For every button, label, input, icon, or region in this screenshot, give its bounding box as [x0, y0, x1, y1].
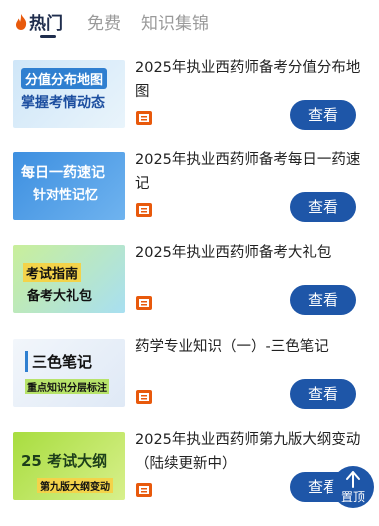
tab-free[interactable]: 免费	[87, 9, 121, 34]
view-button[interactable]: 查看	[290, 285, 356, 315]
view-button[interactable]: 查看	[290, 100, 356, 130]
tab-hot-label: 热门	[29, 14, 63, 34]
view-button[interactable]: 查看	[290, 192, 356, 222]
document-icon	[136, 483, 152, 497]
item-thumbnail[interactable]: 分值分布地图 掌握考情动态	[13, 60, 125, 128]
item-title[interactable]: 2025年执业西药师备考分值分布地图	[135, 56, 365, 104]
thumb-subcaption: 第九版大纲变动	[37, 478, 113, 493]
thumb-caption: 考试指南	[23, 263, 82, 282]
item-title[interactable]: 2025年执业西药师备考大礼包	[135, 241, 365, 265]
document-icon	[136, 203, 152, 217]
list-item: 分值分布地图 掌握考情动态 2025年执业西药师备考分值分布地图 查看	[0, 60, 379, 154]
view-button[interactable]: 查看	[290, 379, 356, 409]
list-item: 每日一药速记 针对性记忆 2025年执业西药师备考每日一药速记 查看	[0, 152, 379, 246]
active-tab-indicator	[40, 35, 56, 38]
list-item: 25 考试大纲 第九版大纲变动 2025年执业西药师第九版大纲变动（陆续更新中）…	[0, 432, 379, 526]
item-title[interactable]: 药学专业知识（一）-三色笔记	[135, 335, 365, 359]
flame-icon	[16, 14, 27, 30]
thumb-caption: 三色笔记	[25, 351, 92, 372]
thumb-subcaption: 掌握考情动态	[21, 95, 105, 111]
tab-knowledge[interactable]: 知识集锦	[141, 9, 209, 34]
thumb-caption: 25 考试大纲	[21, 452, 108, 470]
back-to-top-label: 置顶	[340, 490, 365, 504]
document-icon	[136, 296, 152, 310]
list-item: 考试指南 备考大礼包 2025年执业西药师备考大礼包 查看	[0, 245, 379, 339]
item-title[interactable]: 2025年执业西药师第九版大纲变动（陆续更新中）	[135, 428, 365, 476]
list-item: 三色笔记 重点知识分层标注 药学专业知识（一）-三色笔记 查看	[0, 339, 379, 433]
thumb-subcaption: 重点知识分层标注	[25, 379, 109, 394]
back-to-top-button[interactable]: 置顶	[332, 466, 374, 508]
thumb-subcaption: 备考大礼包	[27, 289, 93, 304]
thumb-caption: 分值分布地图	[21, 68, 108, 89]
item-thumbnail[interactable]: 考试指南 备考大礼包	[13, 245, 125, 313]
tab-bar: 热门 免费 知识集锦	[0, 0, 379, 40]
item-thumbnail[interactable]: 三色笔记 重点知识分层标注	[13, 339, 125, 407]
item-thumbnail[interactable]: 每日一药速记 针对性记忆	[13, 152, 125, 220]
item-title[interactable]: 2025年执业西药师备考每日一药速记	[135, 148, 365, 196]
item-thumbnail[interactable]: 25 考试大纲 第九版大纲变动	[13, 432, 125, 500]
thumb-subcaption: 针对性记忆	[33, 188, 99, 203]
document-icon	[136, 111, 152, 125]
arrow-up-icon	[346, 471, 360, 488]
thumb-caption: 每日一药速记	[21, 165, 105, 181]
tab-hot[interactable]: 热门	[14, 9, 63, 34]
document-icon	[136, 390, 152, 404]
